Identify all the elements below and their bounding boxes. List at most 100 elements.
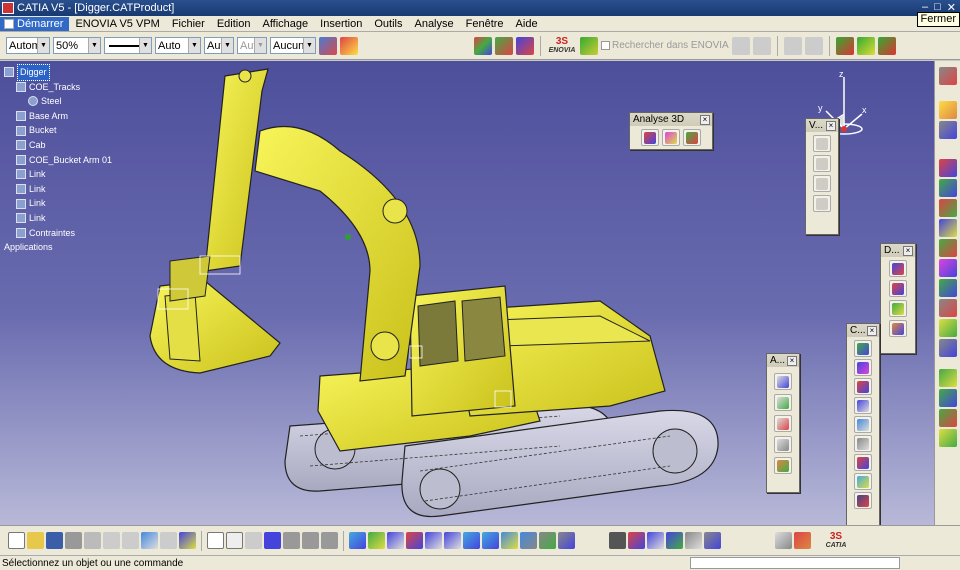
constraint-button[interactable] — [854, 397, 872, 414]
explode-icon[interactable] — [628, 532, 645, 549]
component-tool-icon[interactable] — [938, 319, 957, 337]
material-icon[interactable] — [558, 532, 575, 549]
copy-icon[interactable] — [103, 532, 120, 549]
snap-icon[interactable] — [666, 532, 683, 549]
constraint-button[interactable] — [854, 416, 872, 433]
component-tool-icon[interactable] — [938, 279, 957, 297]
update-icon[interactable] — [835, 36, 854, 55]
iso-view-icon[interactable] — [482, 532, 499, 549]
annotation-button[interactable] — [774, 415, 792, 432]
close-icon[interactable]: × — [867, 325, 877, 336]
component-tool-icon[interactable] — [938, 199, 957, 217]
constraint-button[interactable] — [854, 378, 872, 395]
cut-icon[interactable] — [84, 532, 101, 549]
menu-start[interactable]: Démarrer — [0, 16, 70, 31]
annotation-button[interactable] — [774, 457, 792, 474]
d-tool-button[interactable] — [889, 320, 907, 337]
panel-header[interactable]: V... × — [806, 119, 838, 132]
tree-root[interactable]: Digger — [4, 64, 112, 81]
a-panel[interactable]: A... × — [766, 353, 800, 493]
menu-edition[interactable]: Edition — [211, 17, 257, 31]
v-tool-button[interactable] — [813, 155, 831, 172]
d-panel[interactable]: D... × — [880, 243, 916, 354]
tree-item[interactable]: Applications — [4, 240, 112, 255]
open-folder-icon[interactable] — [27, 532, 44, 549]
constraint-button[interactable] — [854, 473, 872, 490]
c-panel[interactable]: C... × — [846, 323, 880, 525]
enovia-tool-icon[interactable] — [731, 36, 750, 55]
redo-icon[interactable] — [160, 532, 177, 549]
v-tool-button[interactable] — [813, 135, 831, 152]
move-tool-icon[interactable] — [938, 369, 957, 387]
comment-icon[interactable] — [226, 532, 243, 549]
tree-item[interactable]: Link — [4, 196, 112, 211]
d-tool-button[interactable] — [889, 280, 907, 297]
table-icon[interactable] — [264, 532, 281, 549]
fly-mode-icon[interactable] — [349, 532, 366, 549]
paint-brush-icon[interactable] — [319, 36, 337, 55]
update-all-icon[interactable] — [856, 36, 875, 55]
close-icon[interactable]: × — [903, 245, 913, 256]
move-tool-icon[interactable] — [938, 409, 957, 427]
tree-item[interactable]: Base Arm — [4, 109, 112, 124]
tree-item[interactable]: Cab — [4, 138, 112, 153]
annotation-button[interactable] — [774, 436, 792, 453]
whats-this-icon[interactable] — [179, 532, 196, 549]
annotation-button[interactable] — [774, 394, 792, 411]
panel-header[interactable]: C... × — [847, 324, 879, 337]
linetype-combo[interactable]: ▼ — [104, 37, 152, 54]
menu-aide[interactable]: Aide — [510, 17, 544, 31]
new-file-icon[interactable] — [8, 532, 25, 549]
panel-header[interactable]: D... × — [881, 244, 915, 257]
v-panel[interactable]: V... × — [805, 118, 839, 235]
component-icon[interactable] — [516, 36, 534, 55]
3d-viewport[interactable]: Digger COE_Tracks Steel Base Arm Bucket … — [0, 61, 934, 525]
tree-item[interactable]: Bucket — [4, 123, 112, 138]
menu-fenetre[interactable]: Fenêtre — [460, 17, 510, 31]
tree-item[interactable]: Link — [4, 182, 112, 197]
product-icon[interactable] — [474, 36, 492, 55]
specification-tree[interactable]: Digger COE_Tracks Steel Base Arm Bucket … — [4, 64, 112, 255]
constraint-button[interactable] — [854, 492, 872, 509]
enovia-search[interactable]: Rechercher dans ENOVIA — [601, 40, 729, 51]
enovia-tool-icon[interactable] — [804, 36, 823, 55]
v-tool-button[interactable] — [813, 175, 831, 192]
manipulate-icon[interactable] — [647, 532, 664, 549]
enovia-tool-icon[interactable] — [783, 36, 802, 55]
v-tool-button[interactable] — [813, 195, 831, 212]
smart-move-icon[interactable] — [685, 532, 702, 549]
d-tool-button[interactable] — [889, 260, 907, 277]
render-style-combo[interactable]: Aucun ▼ — [270, 37, 316, 54]
param-icon[interactable] — [321, 532, 338, 549]
zoom-in-icon[interactable] — [425, 532, 442, 549]
close-icon[interactable]: × — [826, 120, 836, 131]
reset-position-icon[interactable] — [704, 532, 721, 549]
move-tool-icon[interactable] — [938, 429, 957, 447]
search-checkbox[interactable] — [601, 41, 610, 50]
menu-outils[interactable]: Outils — [368, 17, 408, 31]
normal-view-icon[interactable] — [463, 532, 480, 549]
component-tool-icon[interactable] — [938, 159, 957, 177]
close-icon[interactable]: × — [700, 114, 710, 125]
constraint-button[interactable] — [854, 359, 872, 376]
rotate-icon[interactable] — [406, 532, 423, 549]
tree-item[interactable]: COE_Tracks — [4, 80, 112, 95]
linetype2-combo[interactable]: Aut ▼ — [237, 37, 267, 54]
gear-icon[interactable] — [938, 67, 957, 85]
menu-insertion[interactable]: Insertion — [314, 17, 368, 31]
refresh-icon[interactable] — [877, 36, 896, 55]
paste-icon[interactable] — [122, 532, 139, 549]
component-tool-icon[interactable] — [938, 239, 957, 257]
tree-item[interactable]: Steel — [4, 94, 112, 109]
swap-space-icon[interactable] — [539, 532, 556, 549]
constraint-button[interactable] — [854, 454, 872, 471]
analyse-3d-panel[interactable]: Analyse 3D × — [629, 112, 713, 150]
sectioning-button[interactable] — [662, 129, 680, 146]
enovia-tool-icon[interactable] — [752, 36, 771, 55]
tree-item[interactable]: Link — [4, 211, 112, 226]
properties-icon[interactable] — [340, 36, 358, 55]
component-tool-icon[interactable] — [938, 259, 957, 277]
formula-icon[interactable] — [207, 532, 224, 549]
print-icon[interactable] — [65, 532, 82, 549]
lock-icon[interactable] — [302, 532, 319, 549]
